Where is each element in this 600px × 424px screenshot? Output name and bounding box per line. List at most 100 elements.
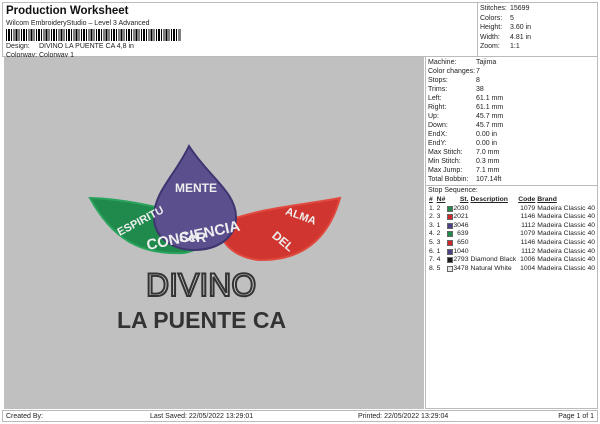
column-header: Description — [470, 196, 508, 203]
stat-value: 3.60 in — [510, 24, 532, 31]
page-number: Page 1 of 1 — [558, 412, 594, 420]
stat-value: 15699 — [510, 5, 530, 12]
machine-stat-row: Max Jump: 7.1 mm — [426, 166, 597, 175]
stat-label: Height: — [480, 24, 503, 31]
stat-label: Colors: — [480, 14, 503, 22]
stat-label: Stitches: — [480, 5, 507, 12]
machine-stat-value: 45.7 mm — [476, 113, 504, 120]
color-swatch — [447, 231, 454, 238]
stitch-count: 650 — [446, 239, 469, 248]
machine-stat-value: Tajima — [476, 59, 497, 66]
machine-stat-label: Up: — [428, 113, 439, 120]
machine-stat-value: 61.1 mm — [476, 104, 504, 111]
needle-number: 1 — [436, 221, 441, 229]
stitch-count: 3478 — [446, 265, 469, 274]
mente-text: MENTE — [175, 181, 217, 195]
needle-number: 4 — [436, 256, 441, 264]
footer: Created By: Last Saved: 22/05/2022 13:29… — [2, 410, 598, 422]
machine-stat-row: Min Stitch: 0.3 mm — [426, 157, 597, 166]
needle-number: 2 — [436, 230, 441, 238]
design-stats: Stitches: 15699 Colors: 5 Height: 3.60 in Widt… — [477, 3, 598, 56]
machine-info-panel: Machine: Tajima Color changes: 7 Stops: 8 Trim… — [425, 57, 598, 409]
stat-value: 4.81 in — [510, 33, 532, 41]
machine-stat-label: Trims: — [428, 86, 448, 93]
machine-stat-row: Color changes: 7 — [426, 67, 597, 76]
stitch-count: 2793 — [446, 256, 469, 265]
stop-number: 6. — [429, 247, 435, 255]
design-preview: MENTE ESPIRITU ALMA DEL CONCIENCIA SeR D… — [4, 57, 424, 409]
thread-code: 1079 — [520, 230, 536, 238]
machine-stat-value: 45.7 mm — [476, 122, 504, 129]
description — [470, 239, 518, 248]
machine-stat-row: Max Stitch: 7.0 mm — [426, 148, 597, 157]
stitch-count: 639 — [446, 230, 469, 239]
machine-stat-label: Max Jump: — [428, 167, 463, 174]
thread-code: 1112 — [521, 221, 536, 229]
brand: Madeira Classic 40 — [537, 264, 596, 272]
stop-row: 7. 4 2793 Diamond Black 1006 Madeira Classic … — [428, 256, 596, 265]
machine-stat-value: 61.1 mm — [476, 95, 504, 102]
description — [470, 222, 518, 231]
thread-code: 1146 — [520, 238, 536, 246]
stat-value: 1:1 — [510, 43, 520, 50]
machine-stat-row: Trims: 38 — [426, 85, 597, 94]
machine-stat-label: Left: — [428, 95, 442, 102]
brand: Madeira Classic 40 — [537, 204, 596, 212]
divino-text: DIVINO — [146, 267, 256, 303]
brand: Madeira Classic 40 — [537, 247, 596, 255]
created-by: Created By: — [6, 412, 43, 420]
machine-stat-label: Right: — [428, 104, 447, 111]
stop-row: 4. 2 639 1079 Madeira Classic 40 — [428, 230, 596, 239]
needle-number: 3 — [436, 213, 441, 221]
la-puente-text: LA PUENTE CA — [117, 307, 286, 333]
needle-number: 1 — [436, 247, 441, 255]
machine-stat-row: EndX: 0.00 in — [426, 130, 597, 139]
machine-stat-value: 107.14ft — [476, 176, 502, 183]
machine-stat-row: Up: 45.7 mm — [426, 112, 597, 121]
stat-row: Zoom: 1:1 — [480, 42, 596, 52]
stitch-count: 2021 — [446, 213, 469, 222]
machine-stat-row: Machine: Tajima — [426, 58, 597, 67]
stop-row: 5. 3 650 1146 Madeira Classic 40 — [428, 239, 596, 248]
column-header: St. — [459, 196, 469, 203]
color-swatch — [447, 239, 454, 246]
barcode — [6, 29, 181, 41]
stop-row: 3. 1 3046 1112 Madeira Classic 40 — [428, 222, 596, 231]
machine-stat-value: 0.00 in — [476, 131, 498, 138]
embroidery-design: MENTE ESPIRITU ALMA DEL CONCIENCIA SeR D… — [88, 143, 342, 333]
machine-stat-label: Stops: — [428, 77, 448, 84]
machine-stat-row: Stops: 8 — [426, 76, 597, 85]
column-header: Brand — [537, 196, 557, 203]
stop-number: 7. — [429, 256, 435, 264]
needle-number: 2 — [436, 204, 441, 212]
machine-stat-label: EndY: — [428, 140, 447, 147]
last-saved: Last Saved: 22/05/2022 13:29:01 — [150, 412, 254, 420]
worksheet-header: Production Worksheet Wilcom EmbroiderySt… — [2, 2, 598, 59]
brand: Madeira Classic 40 — [537, 221, 596, 229]
stitch-count: 3046 — [446, 222, 469, 231]
machine-stat-value: 8 — [476, 77, 480, 84]
stop-row: 6. 1 1040 1112 Madeira Classic 40 — [428, 248, 596, 257]
stop-number: 8. — [429, 264, 435, 272]
machine-stat-label: Color changes: — [428, 68, 476, 75]
description — [470, 248, 518, 257]
design-row: Design: DIVINO LA PUENTE CA 4,8 in — [6, 43, 134, 50]
stop-number: 3. — [429, 221, 435, 229]
software-name: Wilcom EmbroideryStudio – Level 3 Advanc… — [6, 20, 150, 27]
brand: Madeira Classic 40 — [537, 256, 596, 264]
stat-row: Height: 3.60 in — [480, 23, 596, 33]
machine-stat-row: Down: 45.7 mm — [426, 121, 597, 130]
stat-row: Colors: 5 — [480, 14, 596, 24]
thread-code: 1079 — [520, 204, 536, 212]
description: Diamond Black — [470, 256, 517, 264]
column-header: # — [429, 196, 433, 203]
stop-number: 1. — [429, 204, 435, 212]
stop-number: 4. — [429, 230, 435, 238]
stop-row: 8. 5 3478 Natural White 1004 Madeira Classic … — [428, 265, 596, 274]
machine-stat-value: 7.1 mm — [476, 167, 500, 174]
machine-stat-row: Total Bobbin: 107.14ft — [426, 175, 597, 184]
machine-stat-value: 38 — [476, 86, 484, 93]
stat-label: Zoom: — [480, 43, 500, 50]
brand: Madeira Classic 40 — [537, 213, 596, 221]
stat-label: Width: — [480, 33, 500, 41]
